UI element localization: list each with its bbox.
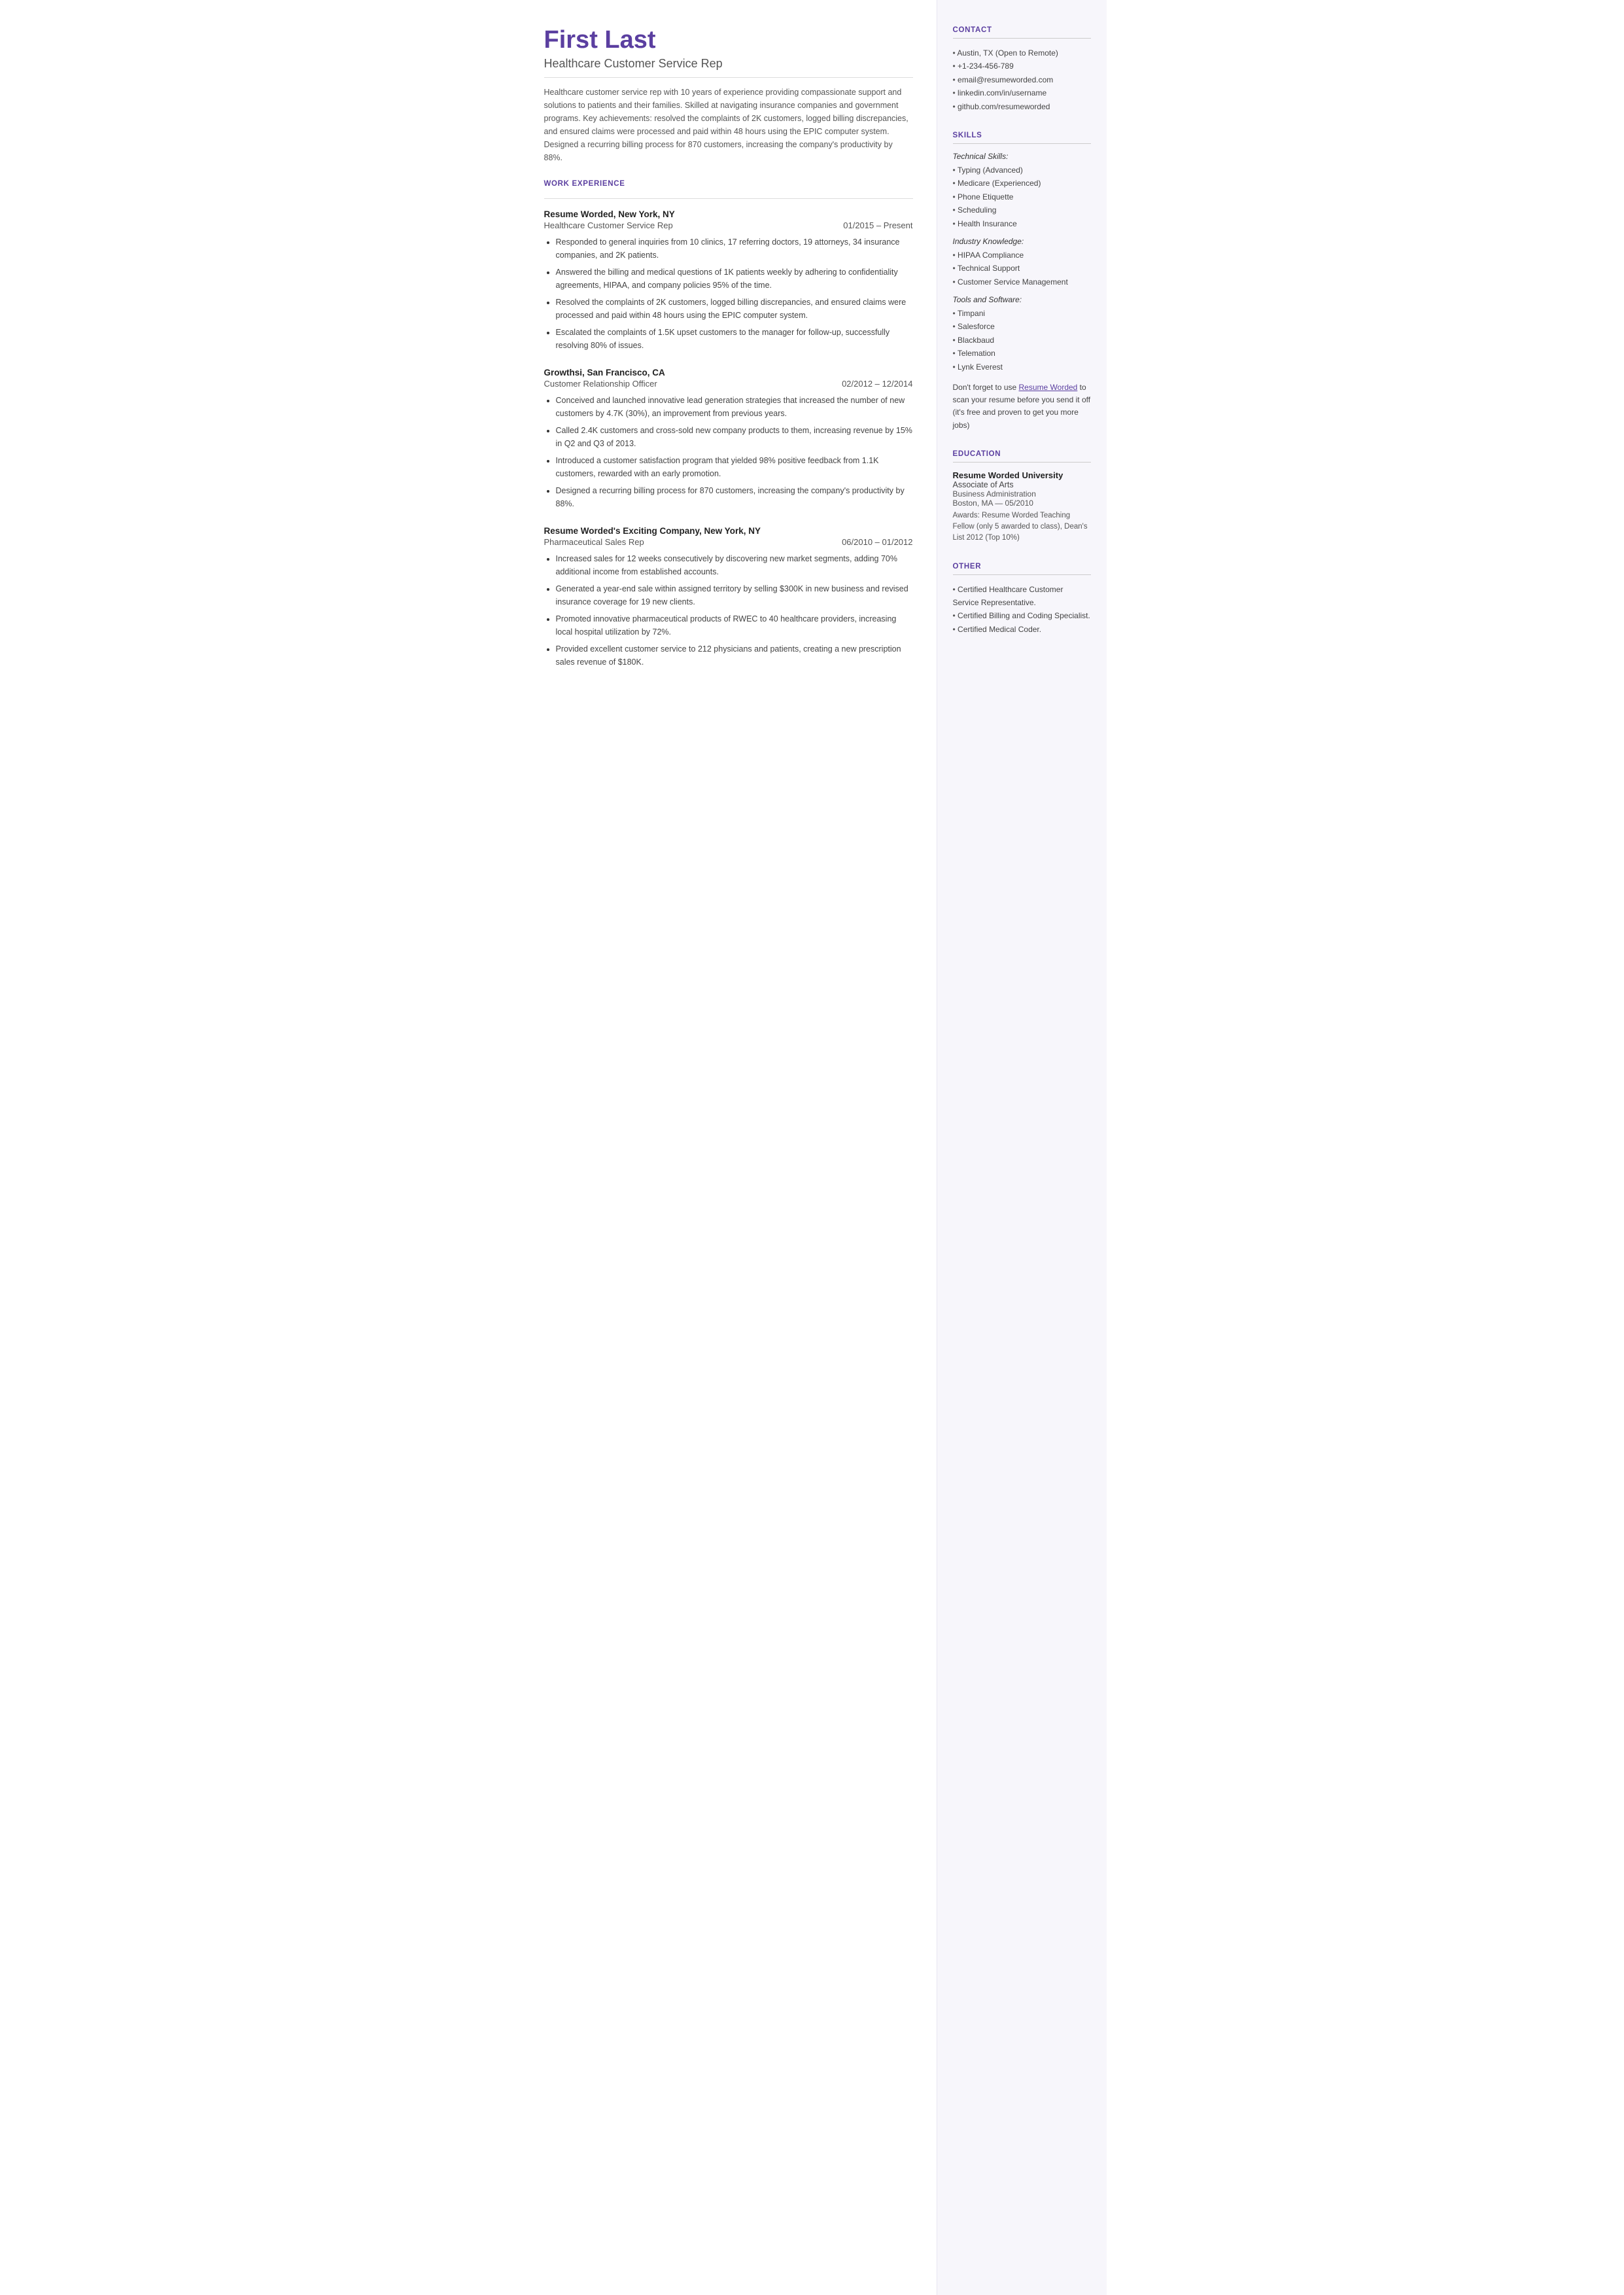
industry-skills-list: HIPAA Compliance Technical Support Custo… xyxy=(953,249,1091,289)
role-dates-row-3: Pharmaceutical Sales Rep 06/2010 – 01/20… xyxy=(544,537,913,547)
bullet-1-2: Answered the billing and medical questio… xyxy=(556,266,913,292)
bullet-1-3: Resolved the complaints of 2K customers,… xyxy=(556,296,913,322)
company-2: Growthsi, San Francisco, CA xyxy=(544,368,665,377)
role-3: Pharmaceutical Sales Rep xyxy=(544,537,644,547)
other-item-1: Certified Billing and Coding Specialist. xyxy=(953,609,1091,622)
work-header-1: Resume Worded, New York, NY xyxy=(544,209,913,219)
work-divider xyxy=(544,198,913,199)
tech-skill-4: Health Insurance xyxy=(953,217,1091,230)
other-section: OTHER Certified Healthcare Customer Serv… xyxy=(953,563,1091,637)
bullet-3-3: Promoted innovative pharmaceutical produ… xyxy=(556,612,913,639)
left-column: First Last Healthcare Customer Service R… xyxy=(518,0,937,2295)
role-dates-row-2: Customer Relationship Officer 02/2012 – … xyxy=(544,379,913,389)
tool-skill-2: Blackbaud xyxy=(953,334,1091,347)
role-2: Customer Relationship Officer xyxy=(544,379,657,389)
contact-item-0: Austin, TX (Open to Remote) xyxy=(953,46,1091,60)
contact-list: Austin, TX (Open to Remote) +1-234-456-7… xyxy=(953,46,1091,113)
bullets-1: Responded to general inquiries from 10 c… xyxy=(544,236,913,352)
company-1: Resume Worded, New York, NY xyxy=(544,209,675,219)
skills-label: SKILLS xyxy=(953,131,1091,144)
tool-skill-3: Telemation xyxy=(953,347,1091,360)
edu-degree: Associate of Arts xyxy=(953,480,1091,489)
work-block-1: Resume Worded, New York, NY Healthcare C… xyxy=(544,209,913,352)
skills-section: SKILLS Technical Skills: Typing (Advance… xyxy=(953,131,1091,432)
technical-skills-label: Technical Skills: xyxy=(953,152,1091,161)
contact-item-1: +1-234-456-789 xyxy=(953,60,1091,73)
resume-container: First Last Healthcare Customer Service R… xyxy=(518,0,1107,2295)
other-label: OTHER xyxy=(953,563,1091,575)
tech-skill-3: Scheduling xyxy=(953,203,1091,217)
right-column: CONTACT Austin, TX (Open to Remote) +1-2… xyxy=(937,0,1107,2295)
promo-text: Don't forget to use Resume Worded to sca… xyxy=(953,381,1091,432)
tech-skill-0: Typing (Advanced) xyxy=(953,164,1091,177)
ind-skill-0: HIPAA Compliance xyxy=(953,249,1091,262)
bullet-3-4: Provided excellent customer service to 2… xyxy=(556,642,913,669)
edu-block: Resume Worded University Associate of Ar… xyxy=(953,470,1091,544)
work-block-2: Growthsi, San Francisco, CA Customer Rel… xyxy=(544,368,913,510)
role-1: Healthcare Customer Service Rep xyxy=(544,220,673,230)
ind-skill-1: Technical Support xyxy=(953,262,1091,275)
tool-skill-4: Lynk Everest xyxy=(953,360,1091,374)
tool-skill-1: Salesforce xyxy=(953,320,1091,333)
edu-school: Resume Worded University xyxy=(953,470,1091,480)
bullet-3-1: Increased sales for 12 weeks consecutive… xyxy=(556,552,913,578)
work-block-3: Resume Worded's Exciting Company, New Yo… xyxy=(544,526,913,669)
tech-skill-1: Medicare (Experienced) xyxy=(953,177,1091,190)
edu-field: Business Administration xyxy=(953,489,1091,499)
education-section: EDUCATION Resume Worded University Assoc… xyxy=(953,450,1091,544)
tech-skill-2: Phone Etiquette xyxy=(953,190,1091,203)
education-label: EDUCATION xyxy=(953,450,1091,463)
edu-awards: Awards: Resume Worded Teaching Fellow (o… xyxy=(953,510,1091,544)
work-header-2: Growthsi, San Francisco, CA xyxy=(544,368,913,377)
contact-item-4: github.com/resumeworded xyxy=(953,100,1091,113)
bullet-2-1: Conceived and launched innovative lead g… xyxy=(556,394,913,420)
tools-skills-label: Tools and Software: xyxy=(953,295,1091,304)
edu-location-date: Boston, MA — 05/2010 xyxy=(953,499,1091,508)
tool-skill-0: Timpani xyxy=(953,307,1091,320)
bullet-2-3: Introduced a customer satisfaction progr… xyxy=(556,454,913,480)
contact-item-2: email@resumeworded.com xyxy=(953,73,1091,86)
bullets-2: Conceived and launched innovative lead g… xyxy=(544,394,913,510)
technical-skills-list: Typing (Advanced) Medicare (Experienced)… xyxy=(953,164,1091,230)
summary-text: Healthcare customer service rep with 10 … xyxy=(544,86,913,164)
bullet-2-2: Called 2.4K customers and cross-sold new… xyxy=(556,424,913,450)
other-item-2: Certified Medical Coder. xyxy=(953,623,1091,636)
work-header-3: Resume Worded's Exciting Company, New Yo… xyxy=(544,526,913,536)
contact-item-3: linkedin.com/in/username xyxy=(953,86,1091,99)
bullet-1-1: Responded to general inquiries from 10 c… xyxy=(556,236,913,262)
ind-skill-2: Customer Service Management xyxy=(953,275,1091,289)
candidate-name: First Last xyxy=(544,26,913,54)
job-title-main: Healthcare Customer Service Rep xyxy=(544,57,913,78)
other-list: Certified Healthcare Customer Service Re… xyxy=(953,583,1091,637)
promo-prefix: Don't forget to use xyxy=(953,383,1019,392)
dates-2: 02/2012 – 12/2014 xyxy=(842,379,912,389)
promo-link[interactable]: Resume Worded xyxy=(1019,383,1078,392)
dates-1: 01/2015 – Present xyxy=(843,220,912,230)
bullets-3: Increased sales for 12 weeks consecutive… xyxy=(544,552,913,669)
other-item-0: Certified Healthcare Customer Service Re… xyxy=(953,583,1091,610)
bullet-3-2: Generated a year-end sale within assigne… xyxy=(556,582,913,608)
company-3: Resume Worded's Exciting Company, New Yo… xyxy=(544,526,761,536)
dates-3: 06/2010 – 01/2012 xyxy=(842,537,912,547)
bullet-1-4: Escalated the complaints of 1.5K upset c… xyxy=(556,326,913,352)
contact-section: CONTACT Austin, TX (Open to Remote) +1-2… xyxy=(953,26,1091,113)
work-experience-label: WORK EXPERIENCE xyxy=(544,180,913,188)
bullet-2-4: Designed a recurring billing process for… xyxy=(556,484,913,510)
role-dates-row-1: Healthcare Customer Service Rep 01/2015 … xyxy=(544,220,913,230)
contact-label: CONTACT xyxy=(953,26,1091,39)
tools-skills-list: Timpani Salesforce Blackbaud Telemation … xyxy=(953,307,1091,374)
industry-skills-label: Industry Knowledge: xyxy=(953,237,1091,246)
